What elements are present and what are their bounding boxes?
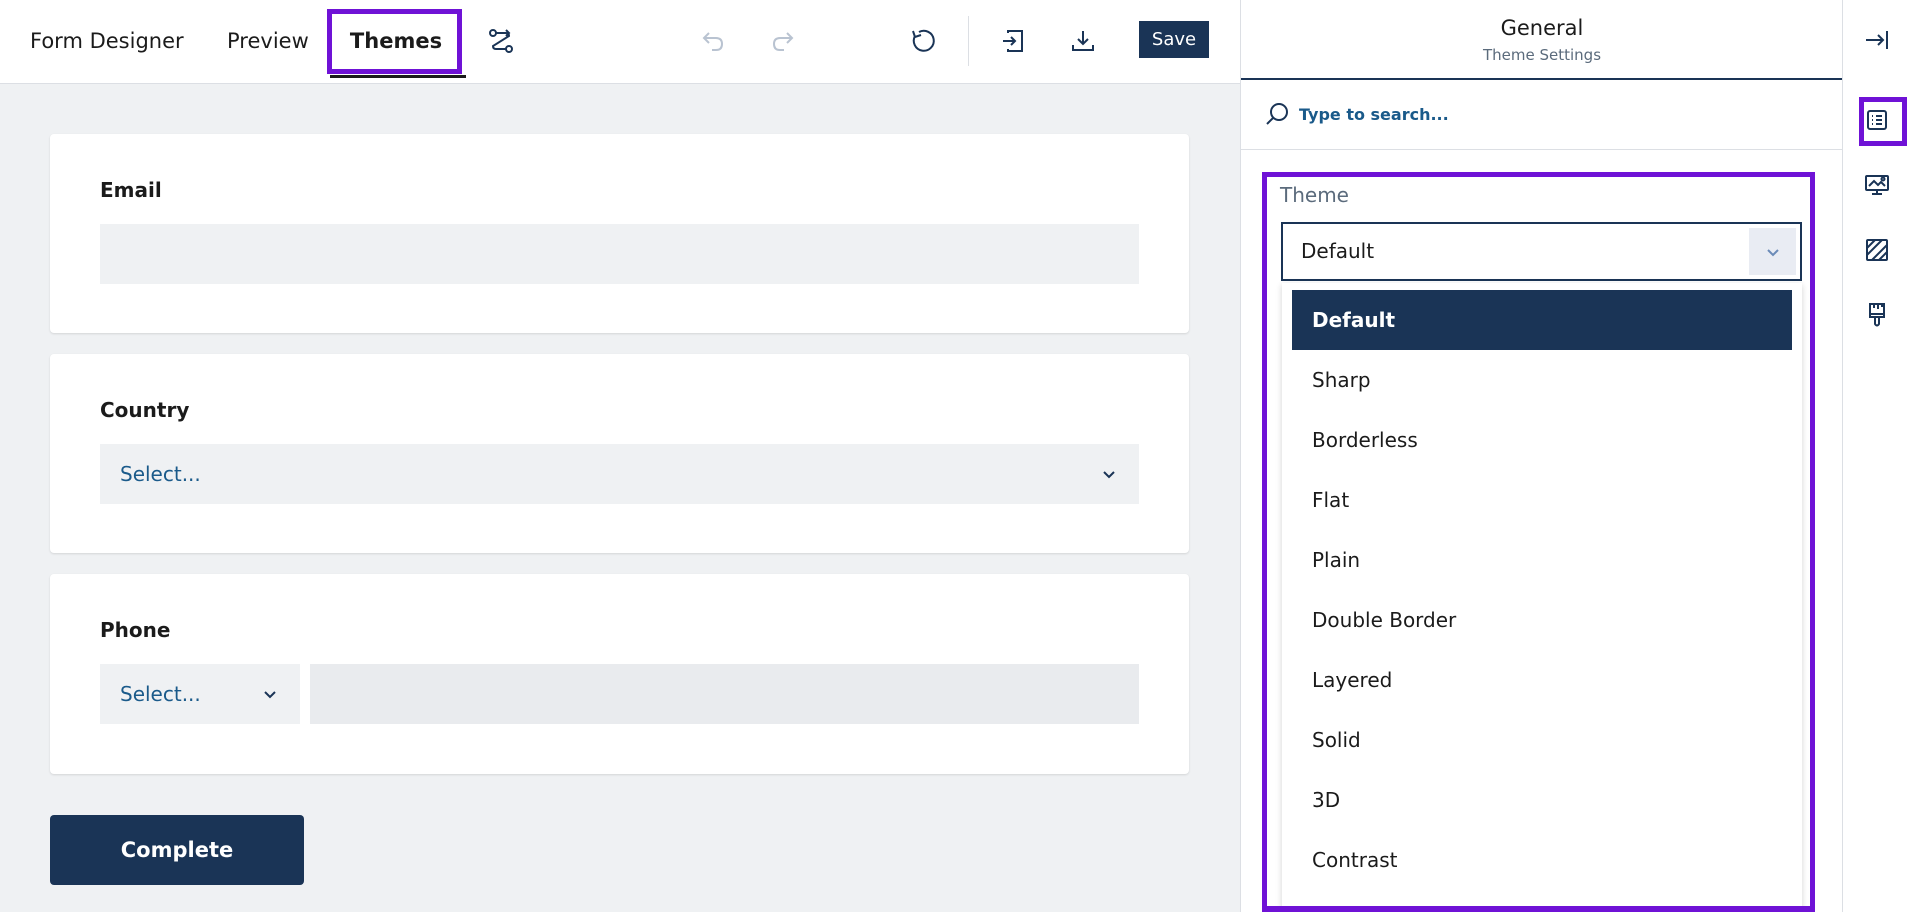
top-toolbar: Form Designer Preview Themes Save (0, 0, 1240, 84)
form-canvas: Email Country Select... Phone Select... … (0, 84, 1240, 912)
question-title-country: Country (100, 398, 190, 422)
question-title-phone: Phone (100, 618, 171, 642)
complete-button[interactable]: Complete (50, 815, 304, 885)
theme-field-highlight (1262, 172, 1815, 912)
download-icon[interactable] (1066, 24, 1100, 58)
reset-icon[interactable] (906, 24, 940, 58)
background-icon[interactable] (1860, 233, 1894, 267)
phone-country-code-dropdown[interactable]: Select... (100, 664, 300, 724)
panel-header: General Theme Settings (1241, 0, 1843, 80)
general-settings-highlight (1859, 97, 1907, 146)
search-icon (1266, 103, 1288, 125)
tab-form-designer[interactable]: Form Designer (30, 0, 184, 82)
brush-icon[interactable] (1860, 298, 1894, 332)
question-card-email: Email (50, 134, 1189, 333)
tab-preview[interactable]: Preview (227, 0, 309, 82)
country-dropdown-placeholder: Select... (120, 462, 201, 486)
active-tab-underline (330, 75, 466, 78)
email-input[interactable] (100, 224, 1139, 284)
search-input[interactable] (1299, 98, 1799, 130)
collapse-panel-icon[interactable] (1860, 23, 1894, 57)
panel-search (1241, 80, 1843, 150)
question-title-email: Email (100, 178, 162, 202)
chevron-down-icon (264, 691, 276, 699)
question-card-country: Country Select... (50, 354, 1189, 553)
chevron-down-icon (1103, 471, 1115, 479)
undo-icon[interactable] (696, 24, 730, 58)
country-dropdown[interactable]: Select... (100, 444, 1139, 504)
phone-code-placeholder: Select... (120, 682, 201, 706)
theme-settings-panel: General Theme Settings Theme Default Def… (1240, 0, 1843, 912)
phone-number-input[interactable] (310, 664, 1139, 724)
panel-subtitle: Theme Settings (1482, 46, 1602, 64)
save-button[interactable]: Save (1139, 21, 1209, 58)
import-icon[interactable] (996, 24, 1030, 58)
toolbar-divider (968, 16, 969, 66)
logic-icon[interactable] (484, 24, 518, 58)
appearance-icon[interactable] (1860, 168, 1894, 202)
redo-icon[interactable] (766, 24, 800, 58)
panel-title: General (1500, 16, 1584, 40)
themes-tab-highlight (327, 9, 462, 74)
question-card-phone: Phone Select... (50, 574, 1189, 774)
